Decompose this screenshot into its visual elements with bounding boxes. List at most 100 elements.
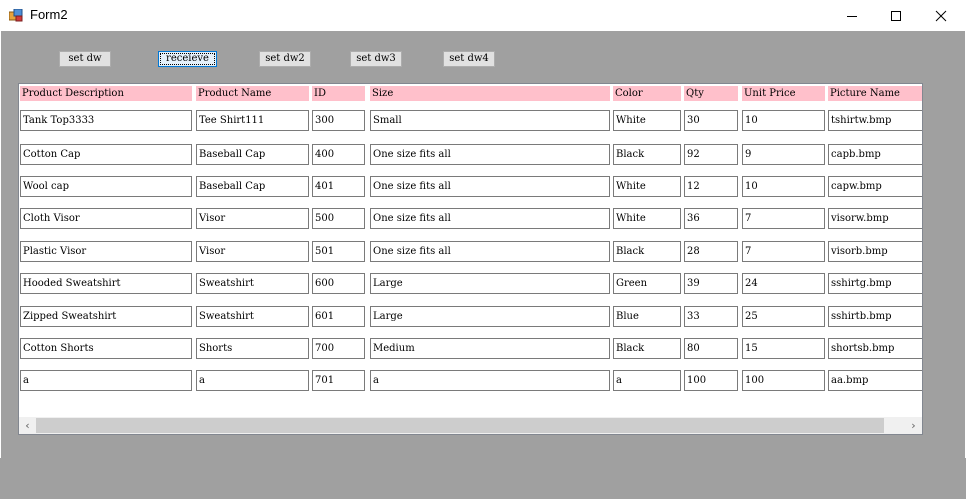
cell-id[interactable]: 401 xyxy=(312,176,365,197)
cell-color[interactable]: White xyxy=(613,208,681,229)
cell-qty[interactable]: 33 xyxy=(684,306,738,327)
cell-product-description[interactable]: Cotton Cap xyxy=(20,144,192,165)
cell-id[interactable]: 500 xyxy=(312,208,365,229)
app-icon xyxy=(9,9,23,22)
cell-color[interactable]: Black xyxy=(613,241,681,262)
cell-color[interactable]: White xyxy=(613,110,681,131)
cell-product-description[interactable]: Plastic Visor xyxy=(20,241,192,262)
cell-picture-name[interactable]: tshirtw.bmp xyxy=(828,110,922,131)
form2-window: Form2 set dw receieve set dw2 set dw3 se… xyxy=(0,0,966,499)
cell-picture-name[interactable]: aa.bmp xyxy=(828,370,922,391)
cell-color[interactable]: Green xyxy=(613,273,681,294)
cell-product-description[interactable]: Cotton Shorts xyxy=(20,338,192,359)
cell-product-description[interactable]: Zipped Sweatshirt xyxy=(20,306,192,327)
cell-id[interactable]: 501 xyxy=(312,241,365,262)
window-title: Form2 xyxy=(30,7,68,22)
cell-unit-price[interactable]: 10 xyxy=(742,110,825,131)
cell-unit-price[interactable]: 10 xyxy=(742,176,825,197)
receieve-button[interactable]: receieve xyxy=(158,51,217,67)
cell-unit-price[interactable]: 15 xyxy=(742,338,825,359)
minimize-button[interactable] xyxy=(829,0,875,31)
cell-picture-name[interactable]: sshirtb.bmp xyxy=(828,306,922,327)
cell-size[interactable]: One size fits all xyxy=(370,208,610,229)
horizontal-scrollbar[interactable]: ‹ › xyxy=(19,417,922,434)
cell-id[interactable]: 700 xyxy=(312,338,365,359)
maximize-button[interactable] xyxy=(873,0,919,31)
datawindow-grid[interactable]: Product Description Product Name ID Size Col… xyxy=(18,83,923,435)
cell-size[interactable]: Large xyxy=(370,306,610,327)
set-dw-button[interactable]: set dw xyxy=(59,51,111,67)
cell-qty[interactable]: 28 xyxy=(684,241,738,262)
cell-picture-name[interactable]: capb.bmp xyxy=(828,144,922,165)
cell-size[interactable]: One size fits all xyxy=(370,241,610,262)
cell-product-description[interactable]: Hooded Sweatshirt xyxy=(20,273,192,294)
cell-product-name[interactable]: a xyxy=(196,370,309,391)
cell-qty[interactable]: 92 xyxy=(684,144,738,165)
cell-product-name[interactable]: Visor xyxy=(196,241,309,262)
column-header-id[interactable]: ID xyxy=(312,86,365,101)
cell-product-description[interactable]: Tank Top3333 xyxy=(20,110,192,131)
cell-qty[interactable]: 36 xyxy=(684,208,738,229)
column-header-picture-name[interactable]: Picture Name xyxy=(828,86,922,101)
cell-size[interactable]: a xyxy=(370,370,610,391)
cell-color[interactable]: White xyxy=(613,176,681,197)
scroll-left-arrow-icon[interactable]: ‹ xyxy=(19,417,36,434)
cell-product-name[interactable]: Tee Shirt111 xyxy=(196,110,309,131)
column-header-color[interactable]: Color xyxy=(613,86,681,101)
cell-qty[interactable]: 39 xyxy=(684,273,738,294)
cell-qty[interactable]: 30 xyxy=(684,110,738,131)
cell-color[interactable]: a xyxy=(613,370,681,391)
cell-size[interactable]: One size fits all xyxy=(370,176,610,197)
cell-picture-name[interactable]: visorb.bmp xyxy=(828,241,922,262)
set-dw2-button[interactable]: set dw2 xyxy=(259,51,311,67)
scroll-right-arrow-icon[interactable]: › xyxy=(905,417,922,434)
cell-product-description[interactable]: Cloth Visor xyxy=(20,208,192,229)
cell-size[interactable]: Medium xyxy=(370,338,610,359)
close-icon xyxy=(935,10,947,21)
cell-qty[interactable]: 12 xyxy=(684,176,738,197)
cell-qty[interactable]: 100 xyxy=(684,370,738,391)
cell-picture-name[interactable]: visorw.bmp xyxy=(828,208,922,229)
column-header-qty[interactable]: Qty xyxy=(684,86,738,101)
column-header-product-name[interactable]: Product Name xyxy=(196,86,309,101)
cell-id[interactable]: 600 xyxy=(312,273,365,294)
cell-size[interactable]: Small xyxy=(370,110,610,131)
scrollbar-thumb[interactable] xyxy=(36,418,884,433)
cell-product-name[interactable]: Baseball Cap xyxy=(196,144,309,165)
set-dw3-button[interactable]: set dw3 xyxy=(350,51,402,67)
column-header-unit-price[interactable]: Unit Price xyxy=(742,86,825,101)
cell-product-name[interactable]: Sweatshirt xyxy=(196,306,309,327)
cell-id[interactable]: 400 xyxy=(312,144,365,165)
column-header-size[interactable]: Size xyxy=(370,86,610,101)
title-bar[interactable]: Form2 xyxy=(0,0,966,31)
cell-unit-price[interactable]: 9 xyxy=(742,144,825,165)
cell-id[interactable]: 701 xyxy=(312,370,365,391)
set-dw4-button[interactable]: set dw4 xyxy=(443,51,495,67)
minimize-icon xyxy=(847,15,857,17)
cell-color[interactable]: Black xyxy=(613,144,681,165)
cell-qty[interactable]: 80 xyxy=(684,338,738,359)
cell-unit-price[interactable]: 7 xyxy=(742,208,825,229)
cell-product-description[interactable]: Wool cap xyxy=(20,176,192,197)
cell-color[interactable]: Blue xyxy=(613,306,681,327)
cell-picture-name[interactable]: capw.bmp xyxy=(828,176,922,197)
cell-product-name[interactable]: Visor xyxy=(196,208,309,229)
cell-product-name[interactable]: Shorts xyxy=(196,338,309,359)
cell-picture-name[interactable]: sshirtg.bmp xyxy=(828,273,922,294)
cell-id[interactable]: 601 xyxy=(312,306,365,327)
column-header-product-description[interactable]: Product Description xyxy=(20,86,192,101)
maximize-icon xyxy=(891,10,901,21)
cell-size[interactable]: One size fits all xyxy=(370,144,610,165)
cell-unit-price[interactable]: 100 xyxy=(742,370,825,391)
cell-unit-price[interactable]: 24 xyxy=(742,273,825,294)
cell-picture-name[interactable]: shortsb.bmp xyxy=(828,338,922,359)
cell-unit-price[interactable]: 25 xyxy=(742,306,825,327)
close-button[interactable] xyxy=(918,0,964,31)
cell-unit-price[interactable]: 7 xyxy=(742,241,825,262)
cell-product-name[interactable]: Sweatshirt xyxy=(196,273,309,294)
cell-product-name[interactable]: Baseball Cap xyxy=(196,176,309,197)
cell-product-description[interactable]: a xyxy=(20,370,192,391)
cell-color[interactable]: Black xyxy=(613,338,681,359)
cell-size[interactable]: Large xyxy=(370,273,610,294)
cell-id[interactable]: 300 xyxy=(312,110,365,131)
